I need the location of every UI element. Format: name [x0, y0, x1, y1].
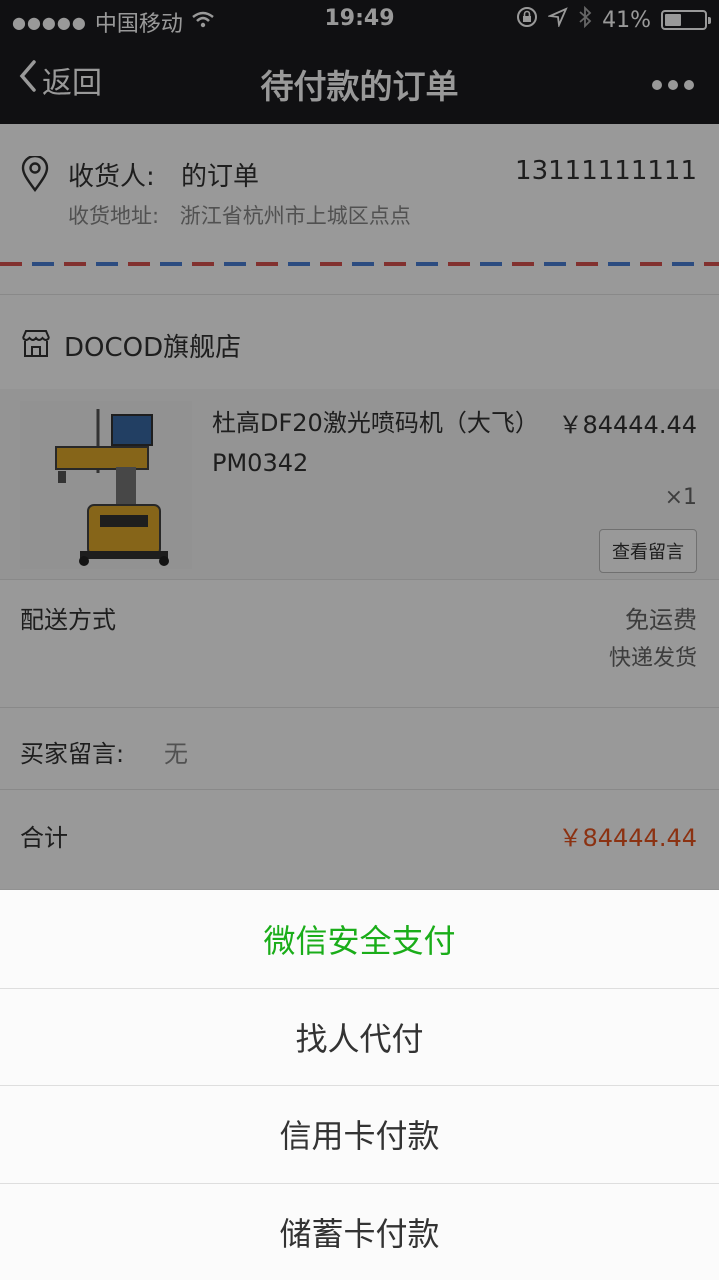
- wechat-pay-option[interactable]: 微信安全支付: [0, 890, 719, 988]
- debit-card-option[interactable]: 储蓄卡付款: [0, 1182, 719, 1280]
- payment-action-sheet: 微信安全支付 找人代付 信用卡付款 储蓄卡付款: [0, 890, 719, 1280]
- pay-by-others-option[interactable]: 找人代付: [0, 987, 719, 1085]
- credit-card-option[interactable]: 信用卡付款: [0, 1085, 719, 1183]
